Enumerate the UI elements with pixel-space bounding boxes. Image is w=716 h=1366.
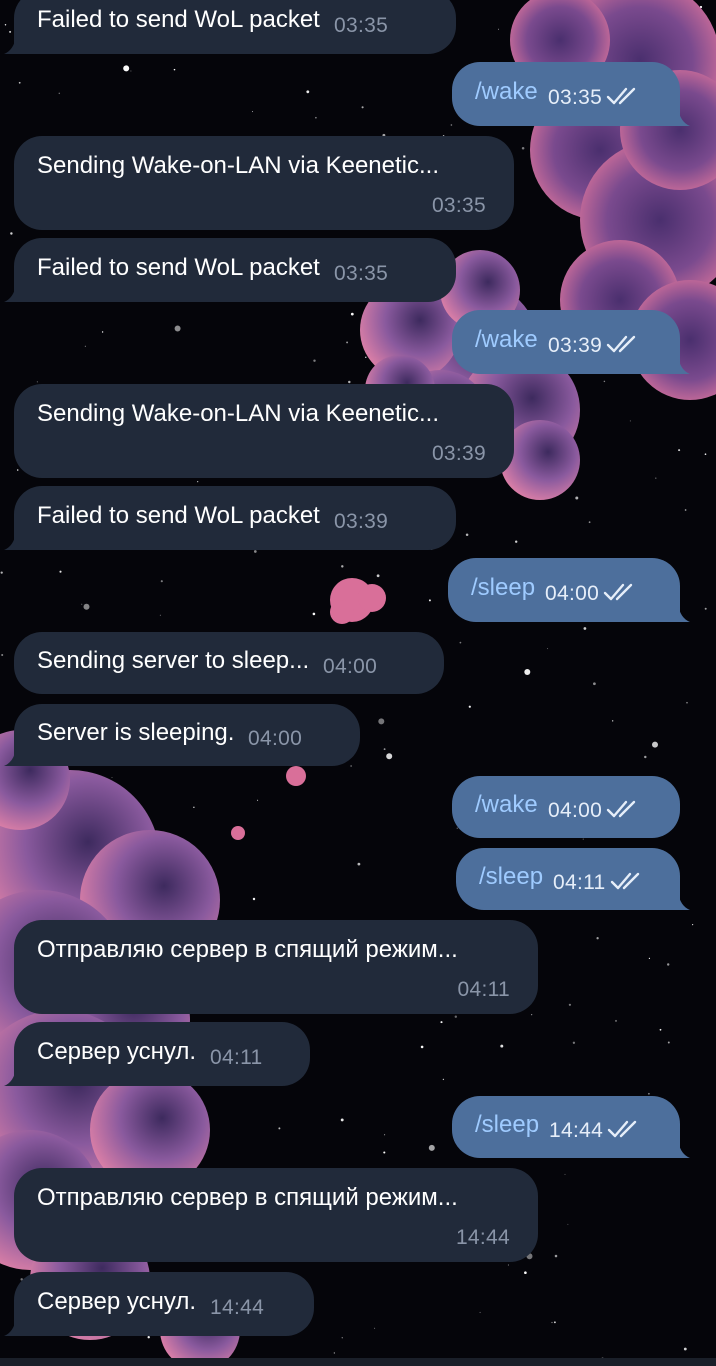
bubble-tail <box>4 748 22 766</box>
bubble-tail <box>672 356 690 374</box>
message-time: 04:11 <box>553 871 606 894</box>
command-text[interactable]: /sleep <box>475 1111 539 1139</box>
incoming-message[interactable]: Failed to send WoL packet 03:35 <box>4 0 456 54</box>
bubble-tail <box>4 284 22 302</box>
bubble-tail <box>4 532 22 550</box>
outgoing-message[interactable]: /wake 03:35 <box>452 62 690 126</box>
incoming-message[interactable]: Sending Wake-on-LAN via Keenetic... 03:39 <box>14 384 514 478</box>
outgoing-message[interactable]: /wake 04:00 <box>452 776 680 838</box>
message-time: 04:00 <box>545 582 600 605</box>
command-text[interactable]: /wake <box>475 78 538 106</box>
double-check-icon <box>607 1120 637 1138</box>
bubble-tail <box>672 892 690 910</box>
bubble-tail <box>4 1068 22 1086</box>
incoming-message[interactable]: Отправляю сервер в спящий режим... 04:11 <box>14 920 538 1014</box>
message-time: 04:11 <box>457 978 510 1001</box>
bottom-edge <box>0 1358 716 1366</box>
double-check-icon <box>603 583 633 601</box>
command-text[interactable]: /sleep <box>479 863 543 891</box>
outgoing-message[interactable]: /sleep 04:00 <box>448 558 690 622</box>
message-text: Server is sleeping. <box>37 719 235 746</box>
message-time: 03:39 <box>334 510 389 533</box>
message-text: Отправляю сервер в спящий режим... <box>37 936 458 963</box>
incoming-message[interactable]: Сервер уснул. 14:44 <box>4 1272 314 1336</box>
incoming-message[interactable]: Sending Wake-on-LAN via Keenetic... 03:35 <box>14 136 514 230</box>
message-time: 04:00 <box>323 655 378 678</box>
incoming-message[interactable]: Failed to send WoL packet 03:35 <box>4 238 456 302</box>
message-time: 03:35 <box>431 194 486 217</box>
message-time: 14:44 <box>455 1226 510 1249</box>
double-check-icon <box>606 87 636 105</box>
message-text: Sending server to sleep... <box>37 647 310 674</box>
message-text: Отправляю сервер в спящий режим... <box>37 1184 458 1211</box>
message-time: 04:00 <box>548 799 603 822</box>
bubble-tail <box>4 1318 22 1336</box>
message-time: 04:11 <box>210 1046 263 1069</box>
message-text: Sending Wake-on-LAN via Keenetic... <box>37 152 439 179</box>
message-time: 03:39 <box>431 442 486 465</box>
command-text[interactable]: /wake <box>475 791 538 819</box>
double-check-icon <box>610 872 640 890</box>
message-text: Failed to send WoL packet <box>37 254 320 281</box>
outgoing-message[interactable]: /sleep 14:44 <box>452 1096 690 1158</box>
message-text: Failed to send WoL packet <box>37 6 320 33</box>
double-check-icon <box>606 800 636 818</box>
message-list[interactable]: Failed to send WoL packet 03:35/wake 03:35… <box>0 0 716 1366</box>
incoming-message[interactable]: Server is sleeping. 04:00 <box>4 704 360 766</box>
outgoing-message[interactable]: /sleep 04:11 <box>456 848 690 910</box>
message-text: Сервер уснул. <box>37 1288 196 1315</box>
message-time: 04:00 <box>248 727 303 750</box>
command-text[interactable]: /wake <box>475 326 538 354</box>
outgoing-message[interactable]: /wake 03:39 <box>452 310 690 374</box>
message-time: 03:35 <box>334 262 389 285</box>
command-text[interactable]: /sleep <box>471 574 535 602</box>
incoming-message[interactable]: Sending server to sleep... 04:00 <box>14 632 444 694</box>
message-text: Sending Wake-on-LAN via Keenetic... <box>37 400 439 427</box>
bubble-tail <box>672 604 690 622</box>
message-time: 03:35 <box>334 14 389 37</box>
message-text: Failed to send WoL packet <box>37 502 320 529</box>
bubble-tail <box>672 1140 690 1158</box>
message-time: 03:35 <box>548 86 603 109</box>
incoming-message[interactable]: Отправляю сервер в спящий режим... 14:44 <box>14 1168 538 1262</box>
double-check-icon <box>606 335 636 353</box>
incoming-message[interactable]: Failed to send WoL packet 03:39 <box>4 486 456 550</box>
bubble-tail <box>672 108 690 126</box>
message-text: Сервер уснул. <box>37 1038 196 1065</box>
message-time: 14:44 <box>549 1119 604 1142</box>
incoming-message[interactable]: Сервер уснул. 04:11 <box>4 1022 310 1086</box>
message-time: 14:44 <box>210 1296 265 1319</box>
message-time: 03:39 <box>548 334 603 357</box>
bubble-tail <box>4 36 22 54</box>
